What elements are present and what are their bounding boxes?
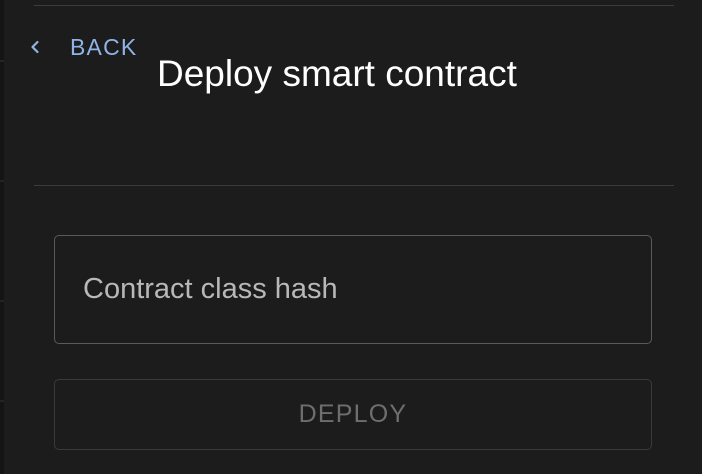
contract-class-hash-input[interactable] bbox=[83, 236, 651, 343]
top-divider bbox=[34, 5, 674, 6]
page-title: Deploy smart contract bbox=[157, 53, 517, 94]
deploy-contract-panel: BACK Deploy smart contract DEPLOY bbox=[0, 0, 702, 474]
back-label: BACK bbox=[70, 34, 138, 60]
chevron-left-icon bbox=[28, 40, 42, 54]
left-edge-scrollbar bbox=[0, 0, 4, 474]
deploy-button[interactable]: DEPLOY bbox=[54, 379, 652, 450]
header-divider bbox=[34, 185, 674, 186]
back-button[interactable]: BACK bbox=[28, 32, 137, 62]
contract-class-hash-field[interactable] bbox=[54, 235, 652, 344]
